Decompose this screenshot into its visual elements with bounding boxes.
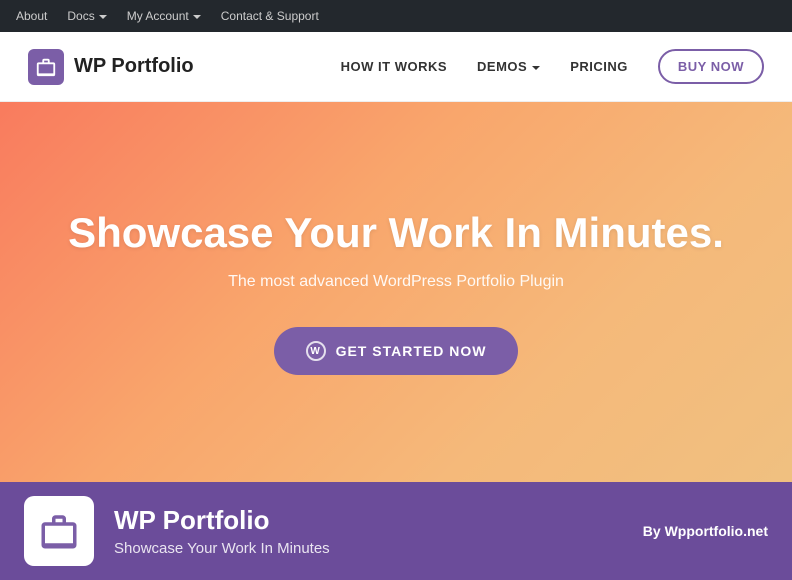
plugin-info-bar: WP Portfolio Showcase Your Work In Minut… <box>0 482 792 580</box>
docs-chevron-icon <box>99 15 107 19</box>
nav-how-it-works[interactable]: HOW IT WORKS <box>341 59 447 74</box>
buy-now-button[interactable]: BUY NOW <box>658 49 764 84</box>
get-started-button[interactable]: W GET STARTED NOW <box>274 327 519 375</box>
plugin-tagline: Showcase Your Work In Minutes <box>114 540 623 557</box>
hero-title: Showcase Your Work In Minutes. <box>68 209 724 257</box>
logo-text: WP Portfolio <box>74 55 194 78</box>
briefcase-icon <box>35 56 57 78</box>
my-account-chevron-icon <box>193 15 201 19</box>
admin-bar-docs[interactable]: Docs <box>67 9 106 23</box>
hero-subtitle: The most advanced WordPress Portfolio Pl… <box>228 273 564 291</box>
admin-bar-my-account[interactable]: My Account <box>127 9 201 23</box>
logo[interactable]: WP Portfolio <box>28 49 194 85</box>
nav-demos[interactable]: DEMOS <box>477 59 540 74</box>
admin-bar-about[interactable]: About <box>16 9 47 23</box>
main-nav: WP Portfolio HOW IT WORKS DEMOS PRICING … <box>0 32 792 102</box>
nav-links: HOW IT WORKS DEMOS PRICING BUY NOW <box>341 49 764 84</box>
nav-pricing[interactable]: PRICING <box>570 59 628 74</box>
admin-bar-contact[interactable]: Contact & Support <box>221 9 319 23</box>
plugin-briefcase-icon <box>38 510 80 552</box>
logo-icon <box>28 49 64 85</box>
admin-bar: About Docs My Account Contact & Support <box>0 0 792 32</box>
demos-chevron-icon <box>532 66 540 70</box>
plugin-text: WP Portfolio Showcase Your Work In Minut… <box>114 505 623 557</box>
plugin-icon-box <box>24 496 94 566</box>
hero-section: Showcase Your Work In Minutes. The most … <box>0 102 792 482</box>
plugin-author: By Wpportfolio.net <box>643 523 768 539</box>
wordpress-icon: W <box>306 341 326 361</box>
